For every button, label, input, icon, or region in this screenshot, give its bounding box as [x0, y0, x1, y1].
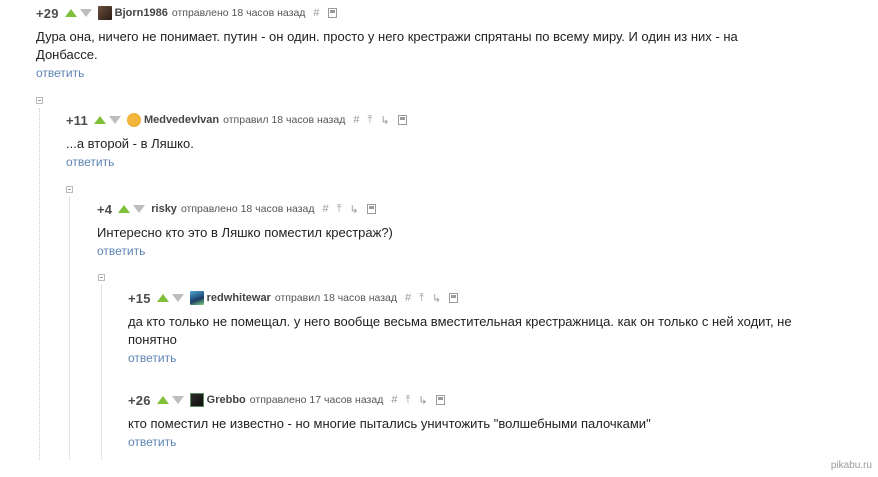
branch-icon[interactable]: ↳ — [418, 394, 427, 407]
username[interactable]: risky — [151, 203, 177, 215]
parent-comment-icon[interactable]: ⤒ — [367, 114, 372, 127]
comment-redwhitewar: +15 redwhitewar отправил 18 часов назад … — [128, 289, 828, 367]
reply-link[interactable]: ответить — [128, 351, 176, 365]
vote-down-icon[interactable] — [171, 294, 184, 302]
reply-link[interactable]: ответить — [97, 244, 145, 258]
vote-up-icon[interactable] — [118, 205, 131, 213]
comment-risky: +4 risky отправлено 18 часов назад # ⤒ ↳… — [97, 200, 837, 260]
comment-grebbo: +26 Grebbo отправлено 17 часов назад # ⤒… — [128, 391, 828, 451]
branch-icon[interactable]: ↳ — [380, 114, 389, 127]
hash-link-icon[interactable]: # — [323, 203, 329, 215]
thread-line — [69, 197, 70, 460]
collapse-toggle-icon[interactable] — [66, 186, 73, 193]
comment-bjorn1986: +29 Bjorn1986 отправлено 18 часов назад … — [36, 4, 836, 82]
username[interactable]: Bjorn1986 — [115, 7, 168, 19]
comment-rating: +29 — [36, 5, 59, 21]
comment-header: +11 MedvedevIvan отправил 18 часов назад… — [66, 111, 826, 129]
vote-down-icon[interactable] — [133, 205, 146, 213]
comment-header: +29 Bjorn1986 отправлено 18 часов назад … — [36, 4, 836, 22]
comment-timestamp: отправил 18 часов назад — [223, 114, 346, 126]
hash-link-icon[interactable]: # — [405, 292, 411, 304]
save-icon[interactable] — [397, 115, 407, 125]
vote-up-icon[interactable] — [64, 9, 77, 17]
save-icon[interactable] — [449, 293, 459, 303]
reply-link[interactable]: ответить — [128, 435, 176, 449]
username[interactable]: redwhitewar — [207, 292, 271, 304]
vote-down-icon[interactable] — [79, 9, 92, 17]
parent-comment-icon[interactable]: ⤒ — [405, 394, 410, 407]
collapse-toggle-icon[interactable] — [36, 97, 43, 104]
save-icon[interactable] — [327, 8, 337, 18]
comment-text: Интересно кто это в Ляшко поместил крест… — [97, 225, 393, 240]
comment-rating: +15 — [128, 290, 151, 306]
comment-header: +4 risky отправлено 18 часов назад # ⤒ ↳ — [97, 200, 837, 218]
branch-icon[interactable]: ↳ — [350, 203, 359, 216]
hash-link-icon[interactable]: # — [353, 114, 359, 126]
reply-link[interactable]: ответить — [66, 155, 114, 169]
hash-link-icon[interactable]: # — [313, 7, 319, 19]
vote-down-icon[interactable] — [108, 116, 121, 124]
avatar[interactable] — [97, 6, 112, 20]
comment-text: да кто только не помещал. у него вообще … — [128, 314, 792, 347]
comment-text: Дура она, ничего не понимает. путин - он… — [36, 29, 738, 62]
vote-down-icon[interactable] — [171, 396, 184, 404]
collapse-toggle-icon[interactable] — [98, 274, 105, 281]
comment-header: +26 Grebbo отправлено 17 часов назад # ⤒… — [128, 391, 828, 409]
branch-icon[interactable]: ↳ — [432, 292, 441, 305]
username[interactable]: Grebbo — [207, 394, 246, 406]
avatar[interactable] — [189, 291, 204, 305]
comment-text: ...а второй - в Ляшко. — [66, 136, 194, 151]
username[interactable]: MedvedevIvan — [144, 114, 219, 126]
save-icon[interactable] — [366, 204, 376, 214]
avatar[interactable] — [189, 393, 204, 407]
comment-header: +15 redwhitewar отправил 18 часов назад … — [128, 289, 828, 307]
thread-line — [101, 285, 102, 460]
hash-link-icon[interactable]: # — [391, 394, 397, 406]
thread-line — [39, 108, 40, 460]
vote-up-icon[interactable] — [156, 396, 169, 404]
avatar[interactable] — [126, 113, 141, 127]
comment-timestamp: отправлено 18 часов назад — [180, 203, 315, 215]
comment-rating: +4 — [97, 201, 113, 217]
watermark: pikabu.ru — [830, 460, 872, 471]
comment-timestamp: отправлено 18 часов назад — [171, 7, 306, 19]
parent-comment-icon[interactable]: ⤒ — [337, 203, 342, 216]
vote-up-icon[interactable] — [156, 294, 169, 302]
comment-text: кто поместил не известно - но многие пыт… — [128, 416, 651, 431]
comment-rating: +26 — [128, 392, 151, 408]
save-icon[interactable] — [435, 395, 445, 405]
comment-rating: +11 — [66, 112, 88, 128]
reply-link[interactable]: ответить — [36, 66, 84, 80]
comment-timestamp: отправил 18 часов назад — [274, 292, 398, 304]
vote-up-icon[interactable] — [93, 116, 106, 124]
comment-timestamp: отправлено 17 часов назад — [249, 394, 384, 406]
parent-comment-icon[interactable]: ⤒ — [419, 292, 424, 305]
comment-medvedevivan: +11 MedvedevIvan отправил 18 часов назад… — [66, 111, 826, 171]
